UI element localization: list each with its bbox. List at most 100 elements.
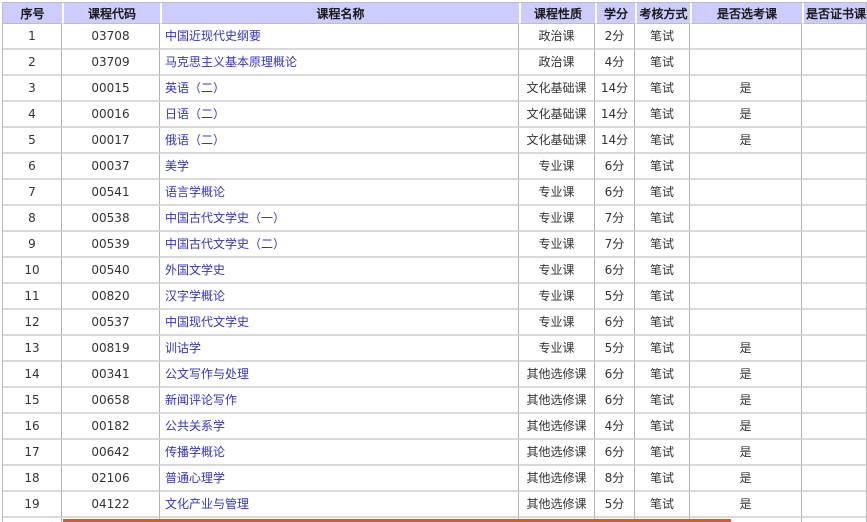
course-name-link[interactable]: 中国近现代史纲要 <box>165 29 261 43</box>
course-name-link[interactable]: 中国现代文学史 <box>165 315 249 329</box>
cell-certificate <box>802 232 866 258</box>
cell-code: 00541 <box>62 180 160 206</box>
cell-seq: 8 <box>3 206 62 232</box>
course-name-link[interactable]: 英语（二） <box>165 81 225 95</box>
table-row: 600037美学专业课6分笔试 <box>3 154 866 180</box>
cell-elective <box>690 180 802 206</box>
cell-seq: 1 <box>3 24 62 50</box>
table-row: 1802106普通心理学其他选修课8分笔试是 <box>3 466 866 492</box>
header-course-name: 课程名称 <box>160 3 519 24</box>
cell-name: 马克思主义基本原理概论 <box>160 50 519 76</box>
cell-seq: 9 <box>3 232 62 258</box>
cell-credits: 2分 <box>595 24 635 50</box>
cell-nature: 其他选修课 <box>519 466 595 492</box>
cell-certificate <box>802 518 866 522</box>
table-row: 1500658新闻评论写作其他选修课6分笔试是 <box>3 388 866 414</box>
course-name-link[interactable]: 外国文学史 <box>165 263 225 277</box>
cell-certificate <box>802 388 866 414</box>
cell-credits: 8分 <box>595 466 635 492</box>
course-name-link[interactable]: 公文写作与处理 <box>165 367 249 381</box>
cell-nature: 文化基础课 <box>519 76 595 102</box>
course-name-link[interactable]: 传播学概论 <box>165 445 225 459</box>
cell-assessment: 笔试 <box>635 180 690 206</box>
cell-certificate <box>802 414 866 440</box>
cell-seq: 2 <box>3 50 62 76</box>
course-name-link[interactable]: 日语（二） <box>165 107 225 121</box>
cell-elective <box>690 154 802 180</box>
course-table: 序号 课程代码 课程名称 课程性质 学分 考核方式 是否选考课 是否证书课 10… <box>2 2 867 522</box>
course-name-link[interactable]: 文化产业与管理 <box>165 497 249 511</box>
cell-name: 俄语（二） <box>160 128 519 154</box>
cell-nature: 其他选修课 <box>519 362 595 388</box>
cell-nature: 政治课 <box>519 24 595 50</box>
header-assessment: 考核方式 <box>635 3 690 24</box>
cell-elective: 是 <box>690 102 802 128</box>
cell-assessment: 笔试 <box>635 258 690 284</box>
cell-certificate <box>802 284 866 310</box>
cell-credits: 7分 <box>595 232 635 258</box>
cell-nature: 政治课 <box>519 50 595 76</box>
table-row: 400016日语（二）文化基础课14分笔试是 <box>3 102 866 128</box>
cell-certificate <box>802 258 866 284</box>
header-seq: 序号 <box>3 3 62 24</box>
table-row: 1904122文化产业与管理其他选修课5分笔试是 <box>3 492 866 518</box>
cell-certificate <box>802 76 866 102</box>
header-certificate: 是否证书课 <box>802 3 866 24</box>
cell-code: 00015 <box>62 76 160 102</box>
cell-certificate <box>802 154 866 180</box>
course-plan-page: 序号 课程代码 课程名称 课程性质 学分 考核方式 是否选考课 是否证书课 10… <box>0 0 867 522</box>
header-course-code: 课程代码 <box>62 3 160 24</box>
table-header-row: 序号 课程代码 课程名称 课程性质 学分 考核方式 是否选考课 是否证书课 <box>3 3 866 24</box>
cell-credits: 14分 <box>595 128 635 154</box>
course-name-link[interactable]: 中国古代文学史（一） <box>165 211 285 225</box>
cell-assessment: 笔试 <box>635 102 690 128</box>
cell-code: 00540 <box>62 258 160 284</box>
course-name-link[interactable]: 汉字学概论 <box>165 289 225 303</box>
cell-nature: 文化基础课 <box>519 128 595 154</box>
cell-name: 新闻评论写作 <box>160 388 519 414</box>
course-name-link[interactable]: 马克思主义基本原理概论 <box>165 55 297 69</box>
course-name-link[interactable]: 中国古代文学史（二） <box>165 237 285 251</box>
cell-certificate <box>802 440 866 466</box>
cell-certificate <box>802 492 866 518</box>
cell-seq: 17 <box>3 440 62 466</box>
table-row: 1700642传播学概论其他选修课6分笔试是 <box>3 440 866 466</box>
course-name-link[interactable]: 训诂学 <box>165 341 201 355</box>
cell-certificate <box>802 180 866 206</box>
cell-seq: 15 <box>3 388 62 414</box>
course-name-link[interactable]: 语言学概论 <box>165 185 225 199</box>
cell-seq: 11 <box>3 284 62 310</box>
cell-elective: 是 <box>690 336 802 362</box>
cell-name: 中国近现代史纲要 <box>160 24 519 50</box>
cell-seq: 7 <box>3 180 62 206</box>
cell-assessment: 笔试 <box>635 128 690 154</box>
cell-elective <box>690 258 802 284</box>
cell-code: 00642 <box>62 440 160 466</box>
cell-elective: 是 <box>690 76 802 102</box>
course-name-link[interactable]: 新闻评论写作 <box>165 393 237 407</box>
cell-credits: 14分 <box>595 102 635 128</box>
course-name-link[interactable]: 俄语（二） <box>165 133 225 147</box>
cell-elective <box>690 24 802 50</box>
course-name-link[interactable]: 公共关系学 <box>165 419 225 433</box>
table-row: 1300819训诂学专业课5分笔试是 <box>3 336 866 362</box>
header-credits: 学分 <box>595 3 635 24</box>
cell-code: 00016 <box>62 102 160 128</box>
cell-assessment: 笔试 <box>635 414 690 440</box>
cell-seq: 5 <box>3 128 62 154</box>
cell-certificate <box>802 24 866 50</box>
cell-name: 训诂学 <box>160 336 519 362</box>
table-row: 1000540外国文学史专业课6分笔试 <box>3 258 866 284</box>
cell-credits: 7分 <box>595 206 635 232</box>
cell-nature: 专业课 <box>519 206 595 232</box>
cell-code: 00820 <box>62 284 160 310</box>
cell-elective <box>690 206 802 232</box>
cell-elective: 是 <box>690 414 802 440</box>
header-nature: 课程性质 <box>519 3 595 24</box>
cell-name: 中国古代文学史（二） <box>160 232 519 258</box>
course-name-link[interactable]: 普通心理学 <box>165 471 225 485</box>
course-name-link[interactable]: 美学 <box>165 159 189 173</box>
cell-credits: 6分 <box>595 362 635 388</box>
cell-seq: 6 <box>3 154 62 180</box>
cell-certificate <box>802 50 866 76</box>
